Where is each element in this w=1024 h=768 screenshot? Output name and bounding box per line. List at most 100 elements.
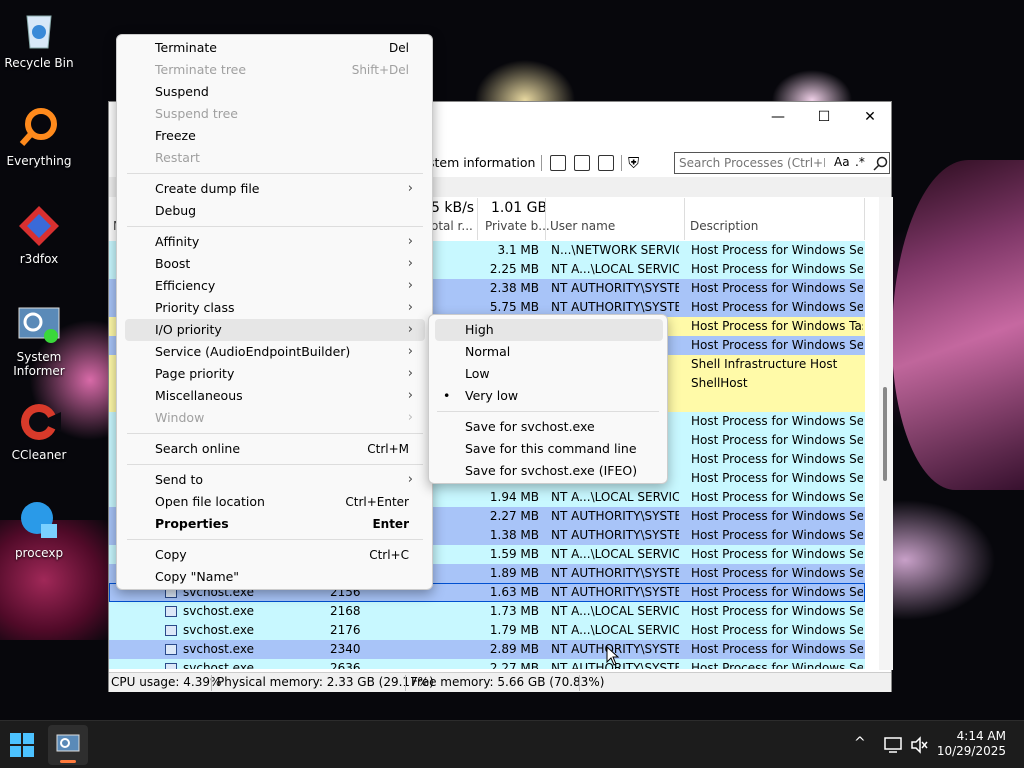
menu-item-page-priority[interactable]: Page priority ›: [125, 363, 425, 385]
table-row[interactable]: svchost.exe 2636 2.27 MB NT AUTHORITY\SYSTE…: [109, 659, 865, 669]
table-row[interactable]: svchost.exe 2176 1.79 MB NT A...\LOCAL SERV…: [109, 621, 865, 640]
system-clock[interactable]: 4:14 AM 10/29/2025: [937, 729, 1006, 759]
desktop-icon-system-informer[interactable]: System Informer: [0, 302, 78, 378]
menu-item-affinity[interactable]: Affinity ›: [125, 231, 425, 253]
submenu-item-very-low[interactable]: • Very low: [435, 385, 663, 407]
column-divider: [684, 198, 685, 240]
column-header-description[interactable]: Description: [690, 219, 758, 241]
submenu-item-label: Very low: [465, 388, 519, 403]
regex-toggle[interactable]: .*: [855, 155, 865, 169]
menu-item-copy-name[interactable]: Copy "Name": [125, 566, 425, 588]
submenu-item-save-for-exe[interactable]: Save for svchost.exe: [435, 416, 663, 438]
show-hidden-icons-chevron-icon[interactable]: ^: [854, 735, 866, 751]
taskbar-app-system-informer[interactable]: [48, 725, 88, 765]
desktop-icon-ccleaner[interactable]: CCleaner: [0, 400, 78, 462]
clock-date: 10/29/2025: [936, 744, 1006, 758]
search-icon[interactable]: [873, 156, 888, 171]
private-bytes-cell: 1.89 MB: [489, 566, 539, 580]
scrollbar-thumb[interactable]: [883, 387, 887, 481]
column-header-user-name[interactable]: User name: [550, 219, 615, 241]
description-cell: Host Process for Windows Ser...: [691, 471, 863, 485]
process-icon: [165, 606, 177, 617]
vertical-scrollbar[interactable]: [879, 197, 893, 670]
menu-item-label: Miscellaneous: [155, 388, 243, 403]
maximize-button[interactable]: ☐: [809, 106, 839, 128]
shield-icon[interactable]: ⛨: [628, 154, 639, 172]
desktop-icon-r3dfox[interactable]: r3dfox: [0, 204, 78, 266]
status-separator: [405, 675, 406, 691]
menu-item-service[interactable]: Service (AudioEndpointBuilder) ›: [125, 341, 425, 363]
menu-item-create-dump-file[interactable]: Create dump file ›: [125, 178, 425, 200]
table-row[interactable]: svchost.exe 2340 2.89 MB NT AUTHORITY\SYSTE…: [109, 640, 865, 659]
menu-item-debug[interactable]: Debug: [125, 200, 425, 222]
process-icon: [165, 625, 177, 636]
column-divider: [864, 198, 865, 240]
desktop-icon-label: CCleaner: [11, 448, 67, 462]
column-divider: [477, 198, 478, 240]
window-icon[interactable]: [550, 155, 566, 171]
menu-item-terminate[interactable]: Terminate Del: [125, 37, 425, 59]
submenu-item-label: Normal: [465, 344, 511, 359]
submenu-item-normal[interactable]: Normal: [435, 341, 663, 363]
menu-item-window[interactable]: Window ›: [125, 407, 425, 429]
menu-item-shortcut: Ctrl+C: [369, 548, 409, 562]
network-icon[interactable]: [884, 736, 902, 754]
menu-item-search-online[interactable]: Search online Ctrl+M: [125, 438, 425, 460]
desktop-icon-recycle-bin[interactable]: Recycle Bin: [0, 8, 78, 70]
private-bytes-cell: 1.38 MB: [489, 528, 539, 542]
menu-item-efficiency[interactable]: Efficiency ›: [125, 275, 425, 297]
menu-item-label: Page priority: [155, 366, 235, 381]
radio-selected-icon: •: [443, 388, 451, 403]
submenu-item-low[interactable]: Low: [435, 363, 663, 385]
status-separator: [579, 675, 580, 691]
search-input[interactable]: [675, 153, 825, 173]
menu-item-label: Priority class: [155, 300, 235, 315]
match-case-toggle[interactable]: Aa: [834, 155, 850, 169]
desktop-icon-everything[interactable]: Everything: [0, 106, 78, 168]
private-bytes-cell: 1.73 MB: [489, 604, 539, 618]
close-window-icon[interactable]: [598, 155, 614, 171]
menu-item-suspend-tree[interactable]: Suspend tree: [125, 103, 425, 125]
start-button[interactable]: [10, 733, 34, 757]
chevron-right-icon: ›: [407, 300, 413, 315]
menu-item-boost[interactable]: Boost ›: [125, 253, 425, 275]
volume-muted-icon[interactable]: [910, 736, 928, 754]
minimize-button[interactable]: —: [763, 106, 793, 128]
menu-item-properties[interactable]: Properties Enter: [125, 513, 425, 535]
description-cell: Host Process for Windows Ser...: [691, 281, 863, 295]
find-window-icon[interactable]: [574, 155, 590, 171]
menu-item-io-priority[interactable]: I/O priority ›: [125, 319, 425, 341]
windows-logo-pane: [23, 746, 34, 757]
column-header-io-total[interactable]: otal r...: [431, 219, 473, 241]
io-total-summary: 5 kB/s: [431, 200, 475, 216]
desktop-icon-procexp[interactable]: procexp: [0, 498, 78, 560]
user-name-cell: NT AUTHORITY\SYSTEM: [551, 585, 679, 599]
menu-item-priority-class[interactable]: Priority class ›: [125, 297, 425, 319]
menu-item-open-file-location[interactable]: Open file location Ctrl+Enter: [125, 491, 425, 513]
menu-item-shortcut: Del: [389, 41, 409, 55]
menu-separator: [437, 411, 659, 412]
column-header-private-bytes[interactable]: Private b...: [485, 219, 550, 241]
chevron-right-icon: ›: [407, 344, 413, 359]
user-name-cell: NT A...\LOCAL SERVICE: [551, 604, 679, 618]
close-button[interactable]: ✕: [855, 106, 885, 128]
table-row[interactable]: svchost.exe 2168 1.73 MB NT A...\LOCAL SERV…: [109, 602, 865, 621]
menu-item-freeze[interactable]: Freeze: [125, 125, 425, 147]
private-bytes-cell: 1.59 MB: [489, 547, 539, 561]
menu-item-restart[interactable]: Restart: [125, 147, 425, 169]
private-bytes-cell: 2.27 MB: [489, 509, 539, 523]
menu-item-send-to[interactable]: Send to ›: [125, 469, 425, 491]
menu-item-terminate-tree[interactable]: Terminate tree Shift+Del: [125, 59, 425, 81]
menu-separator: [127, 539, 423, 540]
system-information-button[interactable]: stem information: [428, 155, 535, 170]
submenu-item-save-for-command-line[interactable]: Save for this command line: [435, 438, 663, 460]
menu-item-label: Copy: [155, 547, 187, 562]
menu-item-miscellaneous[interactable]: Miscellaneous ›: [125, 385, 425, 407]
menu-item-label: Window: [155, 410, 205, 425]
description-cell: Host Process for Windows Ser...: [691, 528, 863, 542]
menu-item-suspend[interactable]: Suspend: [125, 81, 425, 103]
menu-item-copy[interactable]: Copy Ctrl+C: [125, 544, 425, 566]
submenu-item-save-for-exe-ifeo[interactable]: Save for svchost.exe (IFEO): [435, 460, 663, 482]
everything-search-icon: [17, 106, 61, 150]
submenu-item-high[interactable]: High: [435, 319, 663, 341]
